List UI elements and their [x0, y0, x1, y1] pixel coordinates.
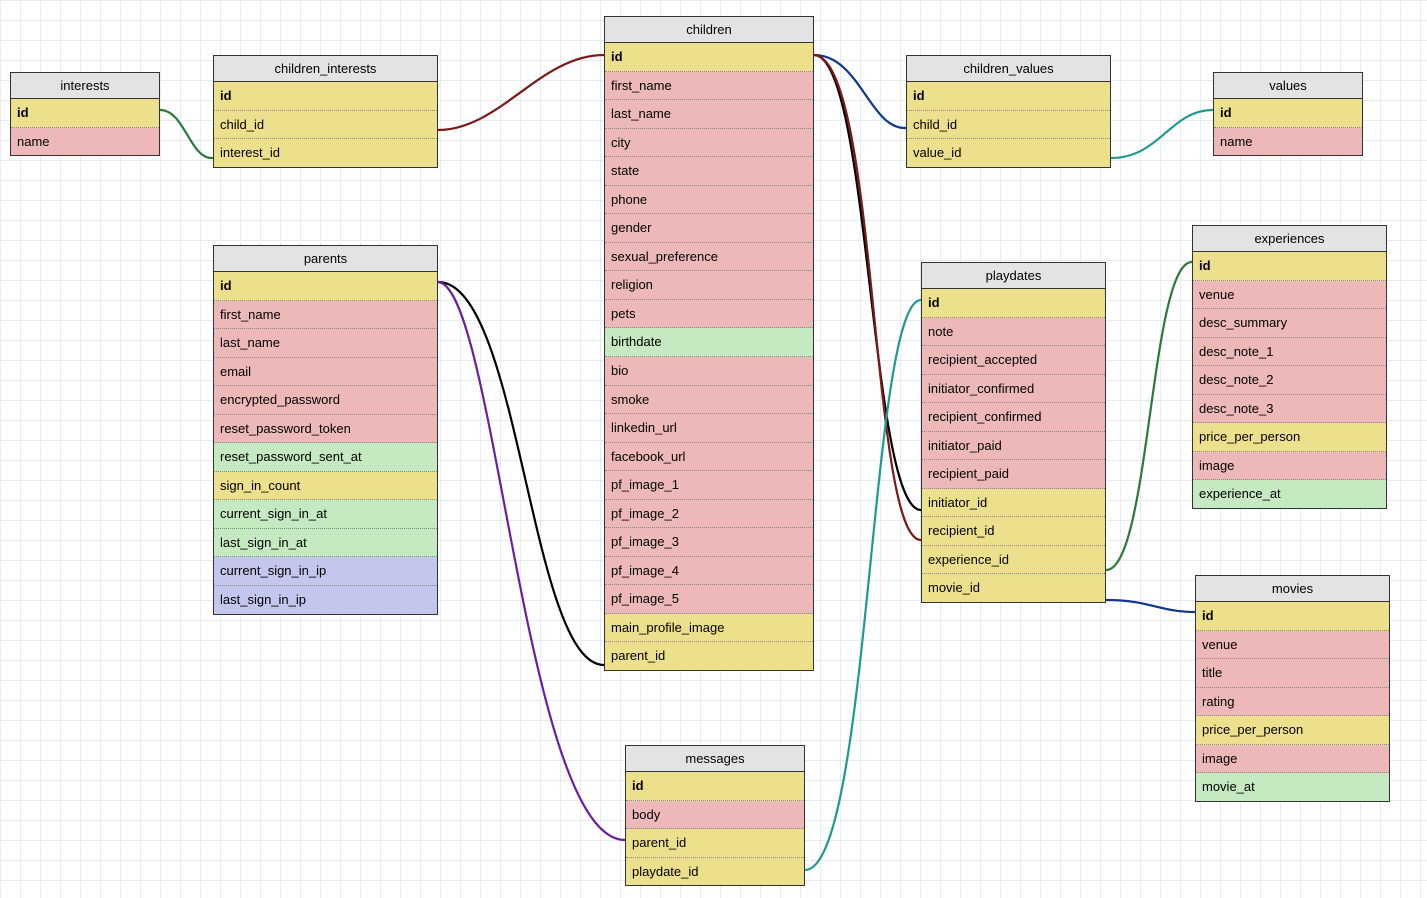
column-movie_at: movie_at [1196, 773, 1389, 801]
table-title: messages [626, 746, 804, 772]
column-facebook_url: facebook_url [605, 443, 813, 472]
column-note: note [922, 318, 1105, 347]
column-price_per_person: price_per_person [1196, 716, 1389, 745]
column-last_name: last_name [214, 329, 437, 358]
table-children_values[interactable]: children_valuesidchild_idvalue_id [906, 55, 1111, 168]
table-title: playdates [922, 263, 1105, 289]
table-interests[interactable]: interestsidname [10, 72, 160, 156]
column-pf_image_5: pf_image_5 [605, 585, 813, 614]
table-children[interactable]: childrenidfirst_namelast_namecitystateph… [604, 16, 814, 671]
table-values[interactable]: valuesidname [1213, 72, 1363, 156]
column-id: id [626, 772, 804, 801]
column-interest_id: interest_id [214, 139, 437, 167]
column-current_sign_in_at: current_sign_in_at [214, 500, 437, 529]
table-title: children_values [907, 56, 1110, 82]
column-last_sign_in_at: last_sign_in_at [214, 529, 437, 558]
column-desc_note_1: desc_note_1 [1193, 338, 1386, 367]
column-id: id [922, 289, 1105, 318]
column-email: email [214, 358, 437, 387]
column-main_profile_image: main_profile_image [605, 614, 813, 643]
column-id: id [907, 82, 1110, 111]
table-title: parents [214, 246, 437, 272]
column-desc_note_3: desc_note_3 [1193, 395, 1386, 424]
column-sexual_preference: sexual_preference [605, 243, 813, 272]
column-phone: phone [605, 186, 813, 215]
column-gender: gender [605, 214, 813, 243]
column-encrypted_password: encrypted_password [214, 386, 437, 415]
column-birthdate: birthdate [605, 328, 813, 357]
column-image: image [1196, 745, 1389, 774]
column-pf_image_3: pf_image_3 [605, 528, 813, 557]
column-recipient_accepted: recipient_accepted [922, 346, 1105, 375]
column-last_name: last_name [605, 100, 813, 129]
column-value_id: value_id [907, 139, 1110, 167]
column-reset_password_token: reset_password_token [214, 415, 437, 444]
column-current_sign_in_ip: current_sign_in_ip [214, 557, 437, 586]
column-id: id [214, 272, 437, 301]
table-title: values [1214, 73, 1362, 99]
column-reset_password_sent_at: reset_password_sent_at [214, 443, 437, 472]
table-title: interests [11, 73, 159, 99]
column-body: body [626, 801, 804, 830]
column-child_id: child_id [214, 111, 437, 140]
column-linkedin_url: linkedin_url [605, 414, 813, 443]
table-title: movies [1196, 576, 1389, 602]
table-movies[interactable]: moviesidvenuetitleratingprice_per_person… [1195, 575, 1390, 802]
column-desc_summary: desc_summary [1193, 309, 1386, 338]
column-sign_in_count: sign_in_count [214, 472, 437, 501]
column-name: name [11, 128, 159, 156]
column-initiator_id: initiator_id [922, 489, 1105, 518]
column-state: state [605, 157, 813, 186]
column-id: id [214, 82, 437, 111]
column-venue: venue [1193, 281, 1386, 310]
column-first_name: first_name [605, 72, 813, 101]
column-last_sign_in_ip: last_sign_in_ip [214, 586, 437, 614]
column-id: id [11, 99, 159, 128]
column-bio: bio [605, 357, 813, 386]
column-pf_image_1: pf_image_1 [605, 471, 813, 500]
column-id: id [1193, 252, 1386, 281]
table-parents[interactable]: parentsidfirst_namelast_nameemailencrypt… [213, 245, 438, 615]
table-title: children [605, 17, 813, 43]
column-initiator_paid: initiator_paid [922, 432, 1105, 461]
column-experience_id: experience_id [922, 546, 1105, 575]
column-smoke: smoke [605, 386, 813, 415]
column-religion: religion [605, 271, 813, 300]
column-parent_id: parent_id [626, 829, 804, 858]
column-rating: rating [1196, 688, 1389, 717]
column-id: id [1196, 602, 1389, 631]
table-children_interests[interactable]: children_interestsidchild_idinterest_id [213, 55, 438, 168]
column-child_id: child_id [907, 111, 1110, 140]
column-initiator_confirmed: initiator_confirmed [922, 375, 1105, 404]
column-recipient_confirmed: recipient_confirmed [922, 403, 1105, 432]
column-id: id [605, 43, 813, 72]
column-id: id [1214, 99, 1362, 128]
column-venue: venue [1196, 631, 1389, 660]
column-pf_image_4: pf_image_4 [605, 557, 813, 586]
table-title: children_interests [214, 56, 437, 82]
column-desc_note_2: desc_note_2 [1193, 366, 1386, 395]
column-city: city [605, 129, 813, 158]
column-pets: pets [605, 300, 813, 329]
column-experience_at: experience_at [1193, 480, 1386, 508]
column-recipient_id: recipient_id [922, 517, 1105, 546]
column-price_per_person: price_per_person [1193, 423, 1386, 452]
column-playdate_id: playdate_id [626, 858, 804, 886]
column-name: name [1214, 128, 1362, 156]
column-title: title [1196, 659, 1389, 688]
column-parent_id: parent_id [605, 642, 813, 670]
table-messages[interactable]: messagesidbodyparent_idplaydate_id [625, 745, 805, 886]
column-pf_image_2: pf_image_2 [605, 500, 813, 529]
column-first_name: first_name [214, 301, 437, 330]
table-title: experiences [1193, 226, 1386, 252]
column-movie_id: movie_id [922, 574, 1105, 602]
column-recipient_paid: recipient_paid [922, 460, 1105, 489]
column-image: image [1193, 452, 1386, 481]
table-playdates[interactable]: playdatesidnoterecipient_acceptedinitiat… [921, 262, 1106, 603]
table-experiences[interactable]: experiencesidvenuedesc_summarydesc_note_… [1192, 225, 1387, 509]
